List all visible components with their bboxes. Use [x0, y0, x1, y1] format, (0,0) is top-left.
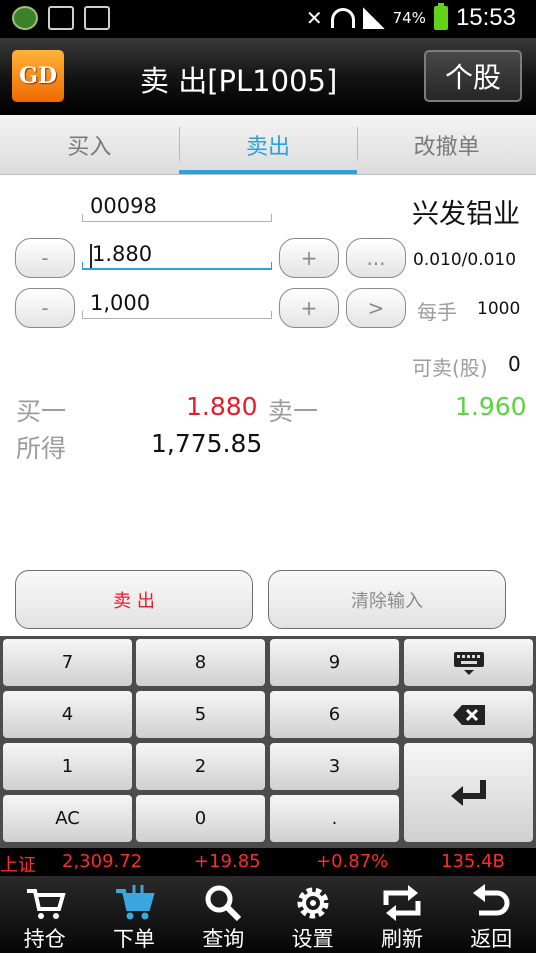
key-0[interactable]: 0	[136, 795, 265, 842]
price-underline	[82, 262, 272, 270]
ask1-price: 1.960	[455, 392, 527, 421]
order-cart-icon	[115, 884, 155, 919]
key-decimal[interactable]: .	[270, 795, 399, 842]
nav-place-order-label: 下单	[112, 927, 155, 951]
refresh-icon	[383, 884, 421, 921]
enter-key[interactable]	[404, 743, 533, 842]
wifi-icon	[330, 8, 355, 28]
cart-icon	[26, 888, 66, 919]
bid1-price: 1.880	[186, 392, 258, 421]
key-6[interactable]: 6	[270, 691, 399, 738]
key-clear-all[interactable]: AC	[3, 795, 132, 842]
ticker-change: +19.85	[194, 851, 261, 872]
lot-size: 1000	[477, 299, 521, 319]
status-bar: ✕ 74% 15:53	[0, 0, 536, 38]
price-plus-button[interactable]: +	[279, 238, 339, 278]
nav-back[interactable]: 返回	[447, 876, 536, 953]
back-icon	[473, 883, 510, 915]
nav-settings[interactable]: 设置	[268, 876, 357, 953]
ticker-change-pct: +0.87%	[316, 851, 389, 872]
proceeds-value: 1,775.85	[151, 429, 263, 458]
stock-code-underline	[82, 214, 272, 222]
nav-query-label: 查询	[202, 927, 245, 951]
quantity-plus-button[interactable]: +	[279, 288, 339, 328]
tab-sell[interactable]: 卖出	[178, 115, 358, 174]
lot-label: 每手	[417, 300, 457, 324]
nav-positions-label: 持仓	[23, 927, 66, 951]
price-more-button[interactable]: ...	[346, 238, 406, 278]
key-4[interactable]: 4	[3, 691, 132, 738]
notification-image-icon	[84, 6, 110, 30]
signal-icon	[362, 7, 385, 29]
quantity-next-button[interactable]: >	[346, 288, 406, 328]
sellable-value: 0	[508, 352, 521, 376]
bottom-nav: 持仓 下单 查询 设置 刷新 返回	[0, 876, 536, 953]
search-icon	[205, 885, 242, 921]
key-2[interactable]: 2	[136, 743, 265, 790]
nav-query[interactable]: 查询	[179, 876, 268, 953]
backspace-key[interactable]	[404, 691, 533, 738]
key-3[interactable]: 3	[270, 743, 399, 790]
price-minus-button[interactable]: -	[15, 238, 75, 278]
quantity-minus-button[interactable]: -	[15, 288, 75, 328]
clock: 15:53	[455, 4, 516, 31]
enter-icon	[450, 779, 486, 806]
notification-globe-icon	[12, 6, 38, 30]
keyboard-icon	[453, 651, 484, 675]
key-9[interactable]: 9	[270, 639, 399, 686]
nav-back-label: 返回	[470, 927, 513, 951]
hide-keyboard-key[interactable]	[404, 639, 533, 686]
nav-refresh-label: 刷新	[380, 927, 423, 951]
nav-settings-label: 设置	[291, 927, 334, 951]
nav-positions[interactable]: 持仓	[0, 876, 89, 953]
sell-button[interactable]: 卖 出	[15, 570, 253, 629]
notification-download-icon	[48, 6, 74, 30]
numeric-keypad: 7 8 9 4 5 6 1 2 3 AC 0 .	[0, 636, 536, 848]
backspace-icon	[452, 704, 485, 725]
key-1[interactable]: 1	[3, 743, 132, 790]
ask1-label: 卖一	[268, 397, 319, 426]
page-title: 卖 出[PL1005]	[140, 64, 338, 98]
tab-buy[interactable]: 买入	[0, 115, 179, 174]
battery-icon	[433, 3, 448, 30]
ticker-index-name: 上证	[0, 855, 36, 876]
key-7[interactable]: 7	[3, 639, 132, 686]
stock-detail-button[interactable]: 个股	[424, 50, 522, 102]
ticker-volume: 135.4B	[441, 851, 505, 872]
gear-icon	[297, 887, 329, 918]
nav-place-order[interactable]: 下单	[89, 876, 178, 953]
sellable-label: 可卖(股)	[412, 356, 488, 380]
quantity-underline	[82, 311, 272, 319]
nav-refresh[interactable]: 刷新	[357, 876, 446, 953]
proceeds-label: 所得	[16, 434, 67, 463]
price-step: 0.010/0.010	[413, 250, 517, 270]
title-bar: GD 卖 出[PL1005] 个股	[0, 38, 536, 115]
mute-icon: ✕	[305, 6, 323, 30]
bid1-label: 买一	[16, 397, 67, 426]
index-ticker: 上证 2,309.72 +19.85 +0.87% 135.4B	[0, 848, 536, 876]
key-5[interactable]: 5	[136, 691, 265, 738]
app-logo[interactable]: GD	[12, 50, 64, 102]
clear-input-button[interactable]: 清除输入	[268, 570, 506, 629]
trade-tabs: 买入 卖出 改撤单	[0, 115, 536, 175]
ticker-index-value: 2,309.72	[62, 851, 143, 872]
tab-modify-cancel[interactable]: 改撤单	[357, 115, 536, 174]
key-8[interactable]: 8	[136, 639, 265, 686]
battery-percent: 74%	[392, 9, 426, 27]
stock-name: 兴发铝业	[412, 199, 520, 230]
